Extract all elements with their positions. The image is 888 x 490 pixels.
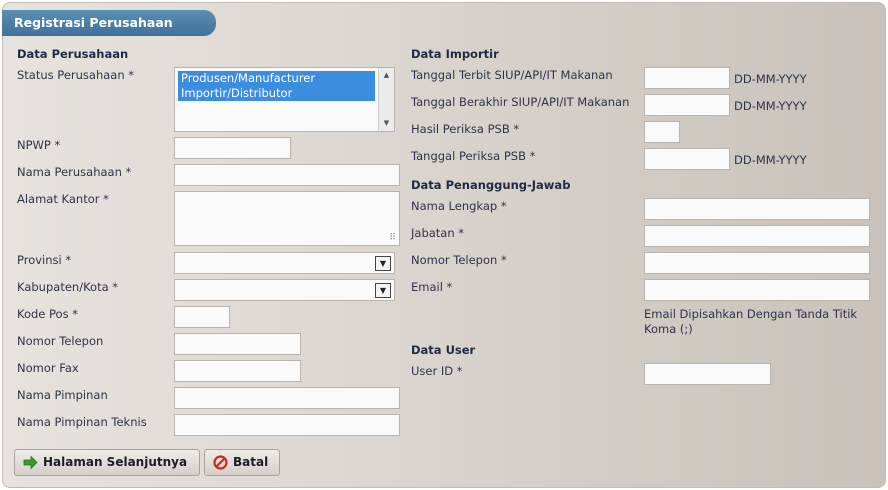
nama-perusahaan-label: Nama Perusahaan * [17, 165, 132, 179]
status-perusahaan-listbox[interactable]: Produsen/Manufacturer Importir/Distribut… [174, 67, 395, 132]
tanggal-terbit-input[interactable] [644, 67, 730, 89]
user-id-input[interactable] [644, 363, 771, 385]
npwp-label: NPWP * [17, 138, 61, 152]
email-input[interactable] [644, 279, 870, 301]
nomor-fax-label: Nomor Fax [17, 361, 79, 375]
tanggal-periksa-label: Tanggal Periksa PSB * [411, 149, 536, 163]
jabatan-input[interactable] [644, 225, 870, 247]
alamat-kantor-label: Alamat Kantor * [17, 192, 109, 206]
listbox-scrollbar[interactable]: ▲ ▼ [378, 68, 394, 131]
nomor-telepon-label: Nomor Telepon [17, 334, 104, 348]
kabupaten-label: Kabupaten/Kota * [17, 280, 119, 294]
hasil-periksa-input[interactable] [644, 121, 680, 143]
cancel-button-label: Batal [233, 455, 269, 469]
scroll-down-icon[interactable]: ▼ [379, 116, 394, 130]
kabupaten-select[interactable]: ▼ [174, 279, 395, 301]
prohibited-icon [213, 455, 228, 470]
nama-pimpinan-teknis-label: Nama Pimpinan Teknis [17, 415, 147, 429]
nama-pimpinan-input[interactable] [174, 387, 400, 409]
tanggal-terbit-label: Tanggal Terbit SIUP/API/IT Makanan [411, 68, 613, 82]
provinsi-label: Provinsi * [17, 253, 72, 267]
status-option-importir[interactable]: Importir/Distributor [178, 86, 375, 101]
tanggal-berakhir-input[interactable] [644, 94, 730, 116]
email-label: Email * [411, 280, 453, 294]
status-perusahaan-label: Status Perusahaan * [17, 68, 135, 82]
resize-grip-icon[interactable]: ⠿ [389, 233, 396, 243]
pj-nomor-telepon-input[interactable] [644, 252, 870, 274]
scroll-up-icon[interactable]: ▲ [379, 68, 394, 82]
status-option-produsen[interactable]: Produsen/Manufacturer [178, 71, 375, 86]
nama-pimpinan-teknis-input[interactable] [174, 414, 400, 436]
section-data-user: Data User [411, 343, 476, 357]
alamat-kantor-textarea[interactable]: ⠿ [174, 191, 400, 246]
nomor-fax-input[interactable] [174, 360, 301, 382]
next-page-button-label: Halaman Selanjutnya [43, 455, 188, 469]
hasil-periksa-label: Hasil Periksa PSB * [411, 122, 520, 136]
cancel-button[interactable]: Batal [204, 449, 280, 476]
section-data-penanggung-jawab: Data Penanggung-Jawab [411, 178, 571, 192]
nama-lengkap-label: Nama Lengkap * [411, 199, 507, 213]
user-id-label: User ID * [411, 364, 463, 378]
pj-nomor-telepon-label: Nomor Telepon * [411, 253, 507, 267]
tanggal-periksa-format-hint: DD-MM-YYYY [734, 153, 807, 167]
page-title: Registrasi Perusahaan [2, 10, 216, 36]
npwp-input[interactable] [174, 137, 291, 159]
nomor-telepon-input[interactable] [174, 333, 301, 355]
arrow-right-icon [23, 455, 38, 470]
email-hint-line-1: Email Dipisahkan Dengan Tanda Titik [644, 307, 858, 321]
kode-pos-label: Kode Pos * [17, 307, 78, 321]
section-data-perusahaan: Data Perusahaan [17, 47, 129, 61]
nama-lengkap-input[interactable] [644, 198, 870, 220]
tanggal-berakhir-format-hint: DD-MM-YYYY [734, 99, 807, 113]
nama-pimpinan-label: Nama Pimpinan [17, 388, 108, 402]
nama-perusahaan-input[interactable] [174, 164, 400, 186]
email-hint-line-2: Koma (;) [644, 322, 693, 336]
section-data-importir: Data Importir [411, 47, 499, 61]
provinsi-select[interactable]: ▼ [174, 252, 395, 274]
tanggal-periksa-input[interactable] [644, 148, 730, 170]
tanggal-berakhir-label: Tanggal Berakhir SIUP/API/IT Makanan [411, 95, 630, 109]
jabatan-label: Jabatan * [411, 226, 465, 240]
kode-pos-input[interactable] [174, 306, 230, 328]
chevron-down-icon[interactable]: ▼ [375, 256, 391, 271]
tanggal-terbit-format-hint: DD-MM-YYYY [734, 72, 807, 86]
chevron-down-icon[interactable]: ▼ [375, 283, 391, 298]
next-page-button[interactable]: Halaman Selanjutnya [14, 449, 200, 476]
